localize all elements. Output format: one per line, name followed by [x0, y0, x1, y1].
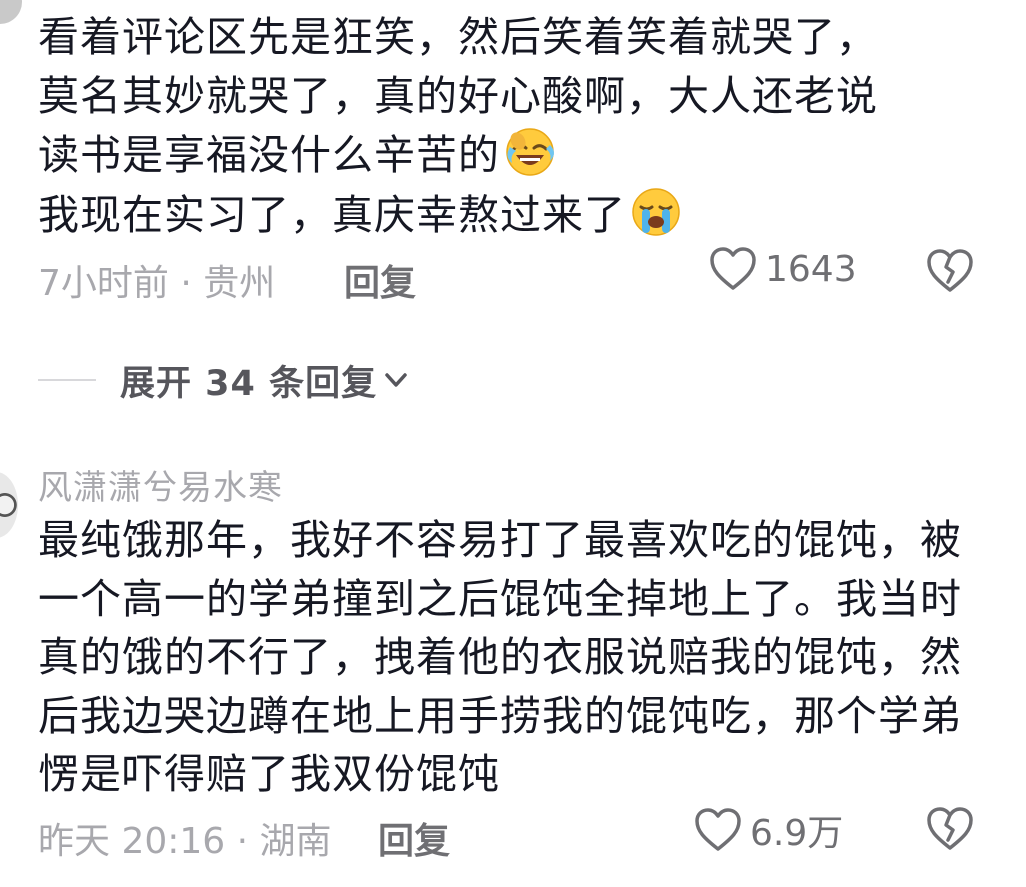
like-button[interactable]: 6.9万 [694, 804, 843, 856]
avatar[interactable] [0, 472, 18, 538]
comment-line: 莫名其妙就哭了，真的好心酸啊，大人还老说 [38, 71, 878, 120]
comment-meta: 7小时前 · 贵州 回复 1643 [38, 246, 986, 304]
chevron-down-icon [385, 373, 407, 387]
dislike-button[interactable] [926, 248, 974, 303]
loudly-crying-face-icon [630, 185, 682, 237]
comment-time-location: 7小时前 · 贵州 [38, 263, 276, 304]
comment-text: 看着评论区先是狂笑，然后笑着笑着就哭了， 莫名其妙就哭了，真的好心酸啊，大人还老… [38, 8, 968, 244]
broken-heart-icon [927, 249, 973, 292]
heart-icon [710, 247, 756, 290]
comment-line: 看着评论区先是狂笑，然后笑着笑着就哭了， [38, 13, 878, 61]
comment-meta: 昨天 20:16 · 湖南 回复 6.9万 [38, 804, 986, 862]
expand-replies-label: 展开 34 条回复 [120, 363, 378, 404]
like-count: 1643 [765, 248, 857, 290]
divider [38, 379, 96, 381]
heart-icon [695, 808, 741, 851]
broken-heart-icon [927, 807, 973, 850]
avatar[interactable] [0, 0, 22, 24]
comment-time-location: 昨天 20:16 · 湖南 [38, 821, 332, 862]
expand-replies[interactable]: 展开 34 条回复 [38, 352, 411, 408]
comment-text: 最纯饿那年，我好不容易打了最喜欢吃的馄饨，被一个高一的学弟撞到之后馄饨全掉地上了… [38, 516, 962, 798]
comment-line: 我现在实习了，真庆幸熬过来了 [38, 190, 626, 239]
comment-line: 读书是享福没什么辛苦的 [38, 131, 500, 179]
laughing-crying-face-icon [504, 125, 556, 177]
reply-button[interactable]: 回复 [378, 812, 450, 864]
like-count: 6.9万 [750, 813, 844, 854]
reply-button[interactable]: 回复 [344, 254, 416, 306]
dislike-button[interactable] [926, 806, 974, 861]
comment-username[interactable]: 风潇潇兮易水寒 [38, 460, 283, 509]
like-button[interactable]: 1643 [709, 246, 857, 292]
